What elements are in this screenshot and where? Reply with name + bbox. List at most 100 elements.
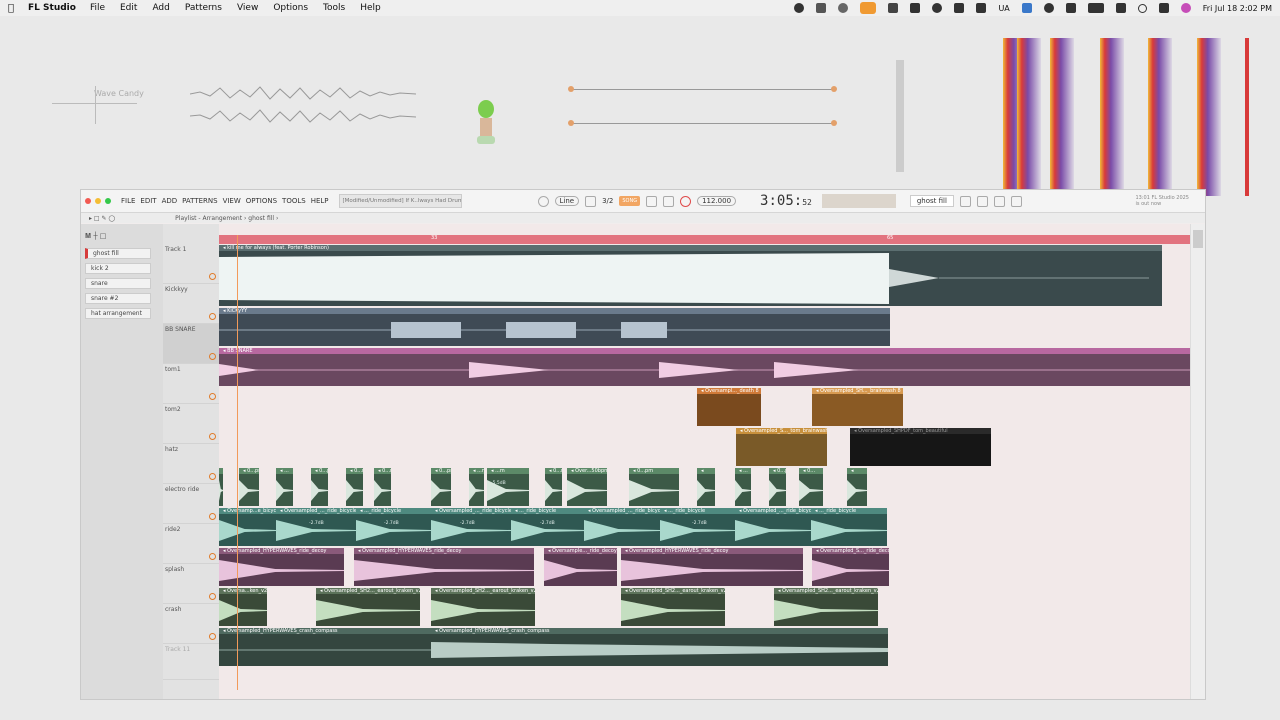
picker-item-snare-2[interactable]: snare #2 — [85, 293, 151, 304]
search-icon[interactable] — [1137, 3, 1147, 13]
playlist-arrangement[interactable]: 33 65 ◂ kill me for always (feat. Porter… — [219, 224, 1193, 699]
stop-button[interactable] — [663, 195, 675, 207]
track-mute-icon[interactable] — [209, 433, 216, 440]
track-header[interactable]: splash — [163, 564, 219, 604]
record-status-icon[interactable] — [794, 3, 805, 13]
track-mute-icon[interactable] — [209, 393, 216, 400]
audio-clip[interactable]: ◂ Oversampled_HYPERWAVES_crash_compass — [219, 628, 431, 666]
track-header[interactable]: tom2 — [163, 404, 219, 444]
audio-clip[interactable]: ◂ Oversampled_..._ride_bicycle — [431, 508, 511, 546]
audio-clip[interactable]: ◂ Oversampled_..._ride_bicycle — [735, 508, 811, 546]
audio-clip[interactable]: ◂ ..._ride_bicycle — [511, 508, 586, 546]
menu-options[interactable]: Options — [273, 3, 308, 13]
app-name-menu[interactable]: FL Studio — [28, 3, 76, 13]
battery-icon[interactable] — [1087, 3, 1104, 13]
audio-clip[interactable]: ◂ Oversampled_HYPERWAVES_ride_decoy — [621, 548, 803, 586]
microphone-icon[interactable] — [860, 2, 877, 14]
menu-tools[interactable]: Tools — [323, 3, 345, 13]
fl-menu-help[interactable]: HELP — [311, 197, 329, 205]
wifi-icon[interactable] — [1115, 3, 1126, 13]
audio-clip[interactable]: ◂ Oversampled_..._ride_bicycle — [584, 508, 660, 546]
song-time-display[interactable]: 3:05:52 — [760, 193, 812, 209]
diamond-icon[interactable] — [1021, 3, 1032, 13]
tempo-display[interactable]: 112.000 — [697, 196, 737, 206]
droplet-icon[interactable] — [932, 3, 943, 13]
audio-clip[interactable]: ◂ 0...pm — [629, 468, 679, 506]
audio-clip[interactable]: ◂ 0...pm — [239, 468, 259, 506]
fl-menu-file[interactable]: FILE — [121, 197, 135, 205]
news-panel[interactable]: 13:01 FL Studio 2025 is out now — [1136, 195, 1190, 207]
track-header[interactable]: ride2 — [163, 524, 219, 564]
audio-status-icon[interactable] — [910, 3, 921, 13]
audio-clip[interactable]: ◂ KiCKyYY — [219, 308, 890, 346]
zoom-window-button[interactable] — [105, 198, 111, 204]
audio-clip[interactable]: ◂ — [847, 468, 867, 506]
bolt-icon[interactable] — [816, 3, 827, 13]
menu-view[interactable]: View — [237, 3, 258, 13]
picker-tools[interactable]: 𝐌 ┼ □ — [85, 232, 106, 241]
audio-clip[interactable]: ◂ Oversampled_SH2..._earout_kraken_v2 — [316, 588, 420, 626]
fl-menu-tools[interactable]: TOOLS — [282, 197, 306, 205]
track-mute-icon[interactable] — [209, 273, 216, 280]
metronome-knob-icon[interactable] — [537, 195, 549, 207]
fl-menu-view[interactable]: VIEW — [223, 197, 241, 205]
audio-clip[interactable]: ◂ ... — [276, 468, 293, 506]
menu-file[interactable]: File — [90, 3, 105, 13]
track-header[interactable]: crash — [163, 604, 219, 644]
audio-clip[interactable]: ◂ ...m — [487, 468, 529, 506]
close-window-button[interactable] — [85, 198, 91, 204]
audio-clip[interactable]: ◂ 0...pm — [431, 468, 451, 506]
audio-clip[interactable]: ◂ Oversampled_SH2..._earout_kraken_v2 — [621, 588, 725, 626]
snap-value[interactable]: 3/2 — [602, 197, 613, 205]
audio-clip[interactable]: ◂ ...m — [469, 468, 484, 506]
vertical-scrollbar[interactable] — [1190, 224, 1205, 699]
track-header[interactable]: Kickkyy — [163, 284, 219, 324]
audio-clip[interactable]: ◂ Oversampled_HYPERWAVES_ride_decoy — [354, 548, 534, 586]
timeline-ruler[interactable]: 33 65 — [219, 235, 1193, 244]
bluetooth-icon[interactable] — [1065, 3, 1076, 13]
snap-selector[interactable]: Line — [554, 196, 580, 206]
fl-menu-options[interactable]: OPTIONS — [246, 197, 277, 205]
song-mode-button[interactable]: SONG — [619, 196, 641, 206]
audio-clip[interactable]: ◂ — [219, 468, 223, 506]
piano-roll-icon[interactable] — [993, 195, 1005, 207]
play-button[interactable] — [646, 195, 658, 207]
audio-clip[interactable]: ◂ 0...m — [346, 468, 363, 506]
audio-clip[interactable]: ◂ ..._ride_bicycle — [811, 508, 887, 546]
playlist-tools-icon[interactable]: ▸ □ ✎ ◯ — [89, 215, 115, 222]
channel-rack-icon[interactable] — [976, 195, 988, 207]
track-mute-icon[interactable] — [209, 313, 216, 320]
track-header[interactable]: Track 1 — [163, 244, 219, 284]
audio-clip[interactable]: ◂ kill me for always (feat. Porter Robin… — [219, 245, 1162, 306]
audio-clip[interactable]: ◂ Oversampled_SHPDF_tom_beautiful — [850, 428, 991, 466]
track-header[interactable]: Track 11 — [163, 644, 219, 680]
fl-menu-edit[interactable]: EDIT — [140, 197, 156, 205]
audio-clip[interactable]: ◂ Oversampled_HYPERWAVES_crash_compass — [431, 628, 888, 666]
track-mute-icon[interactable] — [209, 473, 216, 480]
menu-help[interactable]: Help — [360, 3, 381, 13]
playhead-marker[interactable] — [237, 235, 238, 690]
audio-clip[interactable]: ◂ 0...m — [545, 468, 562, 506]
fl-menu-add[interactable]: ADD — [162, 197, 178, 205]
pattern-selector[interactable]: ghost fill — [909, 195, 954, 207]
cloud-icon[interactable] — [888, 3, 899, 13]
picker-item-hat-arrangement[interactable]: hat arrangement — [85, 308, 151, 319]
mixer-icon[interactable] — [959, 195, 971, 207]
app-icon[interactable] — [976, 3, 987, 13]
audio-clip[interactable]: ◂ 0... — [799, 468, 823, 506]
picker-item-snare[interactable]: snare — [85, 278, 151, 289]
audio-clip[interactable]: ◂ ... — [735, 468, 751, 506]
record-button[interactable] — [680, 195, 692, 207]
audio-clip[interactable]: ◂ ..._ride_bicycle — [356, 508, 431, 546]
audio-clip[interactable]: ◂ Oversa...ken_v2 — [219, 588, 267, 626]
audio-clip[interactable]: ◂ Oversampl..._death 8 — [697, 388, 761, 426]
track-mute-icon[interactable] — [209, 633, 216, 640]
audio-clip[interactable]: ◂ Over...50bpm — [567, 468, 607, 506]
clock[interactable]: Fri Jul 18 2:02 PM — [1203, 4, 1272, 13]
control-center-icon[interactable] — [1158, 3, 1169, 13]
audio-clip[interactable]: ◂ BB SNARE — [219, 348, 1193, 386]
audio-clip[interactable]: ◂ Oversampled_..._ride_bicycle — [276, 508, 356, 546]
audio-clip[interactable]: ◂ Oversampled_S..._tom_brainwash — [736, 428, 827, 466]
track-header[interactable]: hatz — [163, 444, 219, 484]
track-header[interactable]: tom1 — [163, 364, 219, 404]
